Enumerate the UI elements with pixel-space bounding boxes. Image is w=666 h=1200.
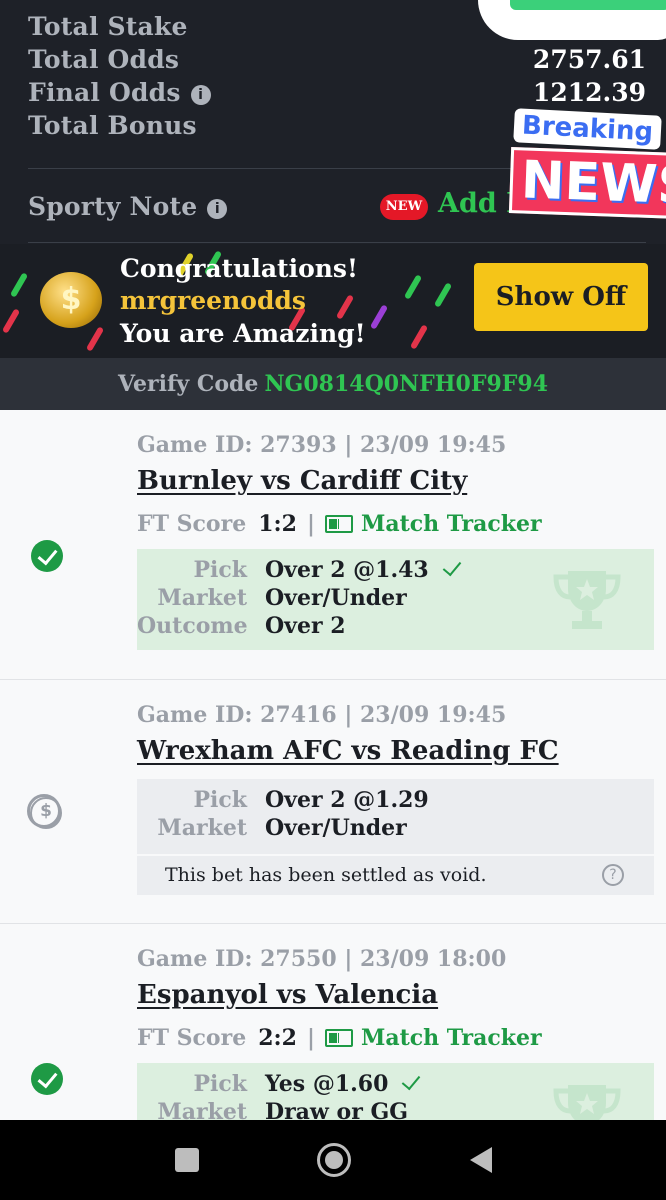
divider <box>28 242 646 243</box>
new-badge: NEW <box>380 194 428 220</box>
decor-streak <box>1 308 21 334</box>
decor-streak <box>9 272 29 298</box>
void-icon <box>27 794 62 829</box>
market-row: Market Over/Under <box>137 815 407 841</box>
sticker-decoration <box>510 0 666 10</box>
list-item: Game ID: 27393 | 23/09 19:45 Burnley vs … <box>0 410 666 680</box>
nav-home-icon[interactable] <box>317 1143 351 1177</box>
market-value: Draw or GG <box>265 1099 409 1120</box>
nav-back-icon[interactable] <box>470 1147 492 1173</box>
pick-label: Pick <box>193 557 247 583</box>
match-title[interactable]: Wrexham AFC vs Reading FC <box>137 736 559 766</box>
tracker-icon <box>324 515 353 533</box>
ft-score-row: FT Score 1:2 | Match Tracker <box>137 511 542 537</box>
total-bonus-label: Total Bonus <box>28 111 197 140</box>
void-notice-text: This bet has been settled as void. <box>165 864 487 886</box>
tracker-icon <box>324 1029 353 1047</box>
ft-score-value: 2:2 <box>258 1025 297 1051</box>
outcome-value: Over 2 <box>265 613 346 639</box>
system-nav-bar <box>0 1120 666 1200</box>
market-label: Market <box>157 1099 247 1120</box>
market-row: Market Over/Under <box>137 585 407 611</box>
separator: | <box>306 1025 315 1051</box>
pick-label: Pick <box>193 787 247 813</box>
total-odds-value: 2757.61 <box>532 45 646 74</box>
decor-streak <box>409 324 429 350</box>
market-value: Over/Under <box>265 585 407 611</box>
pick-value: Over 2 @1.29 <box>265 787 429 813</box>
decor-streak <box>335 294 355 320</box>
match-tracker-link[interactable]: Match Tracker <box>324 511 542 537</box>
outcome-label: Outcome <box>137 613 248 639</box>
decor-streak <box>85 326 105 352</box>
trophy-icon <box>553 571 621 629</box>
match-tracker-label: Match Tracker <box>360 511 542 537</box>
market-label: Market <box>157 585 247 611</box>
pick-row: Pick Yes @1.60 <box>137 1070 421 1097</box>
market-value: Over/Under <box>265 815 407 841</box>
outcome-row: Outcome Over 2 <box>137 613 346 639</box>
bet-selection-list: Game ID: 27393 | 23/09 19:45 Burnley vs … <box>0 410 666 1120</box>
pick-details: Pick Yes @1.60 Market Draw or GG <box>137 1063 654 1120</box>
pick-details: Pick Over 2 @1.29 Market Over/Under <box>137 779 654 854</box>
ft-score-row: FT Score 2:2 | Match Tracker <box>137 1025 542 1051</box>
game-id: Game ID: 27393 | 23/09 19:45 <box>137 432 507 458</box>
verify-code-label: Verify Code <box>117 371 259 397</box>
list-item: Game ID: 27550 | 23/09 18:00 Espanyol vs… <box>0 924 666 1120</box>
congrats-subtitle: You are Amazing! <box>120 319 366 348</box>
game-id: Game ID: 27550 | 23/09 18:00 <box>137 946 507 972</box>
correct-check-icon <box>402 1070 421 1091</box>
congrats-title: Congratulations! <box>120 254 358 283</box>
pick-label: Pick <box>193 1071 247 1097</box>
final-odds-label: Final Odds <box>28 78 181 107</box>
sporty-note-label: Sporty Note <box>28 192 198 221</box>
ft-score-label: FT Score <box>137 511 247 537</box>
verify-code-bar: Verify Code NG0814Q0NFH0F9F94 <box>0 358 666 410</box>
match-title[interactable]: Burnley vs Cardiff City <box>137 466 467 496</box>
market-row: Market Draw or GG <box>137 1099 408 1120</box>
list-item: Game ID: 27416 | 23/09 19:45 Wrexham AFC… <box>0 680 666 924</box>
match-tracker-link[interactable]: Match Tracker <box>324 1025 542 1051</box>
won-check-icon <box>31 1063 63 1095</box>
info-icon[interactable]: i <box>190 84 211 105</box>
match-tracker-label: Match Tracker <box>360 1025 542 1051</box>
pick-row: Pick Over 2 @1.29 <box>137 787 429 813</box>
void-notice: This bet has been settled as void. ? <box>137 855 654 895</box>
pick-value: Over 2 @1.43 <box>265 557 429 583</box>
won-check-icon <box>31 540 63 572</box>
final-odds-value: 1212.39 <box>532 78 646 107</box>
pick-details: Pick Over 2 @1.43 Market Over/Under Outcom… <box>137 549 654 650</box>
verify-code-value[interactable]: NG0814Q0NFH0F9F94 <box>264 371 548 397</box>
trophy-icon <box>553 1085 621 1120</box>
pick-value: Yes @1.60 <box>265 1071 389 1097</box>
ft-score-label: FT Score <box>137 1025 247 1051</box>
ft-score-value: 1:2 <box>258 511 297 537</box>
total-stake-label: Total Stake <box>28 12 188 41</box>
decor-streak <box>433 282 453 308</box>
coin-icon: $ <box>40 272 102 328</box>
congrats-username: mrgreenodds <box>120 286 306 315</box>
help-icon[interactable]: ? <box>602 864 624 886</box>
game-id: Game ID: 27416 | 23/09 19:45 <box>137 702 507 728</box>
correct-check-icon <box>442 556 462 577</box>
info-icon[interactable]: i <box>207 198 228 219</box>
final-odds-row: Final Odds i <box>28 78 211 107</box>
market-label: Market <box>157 815 247 841</box>
separator: | <box>306 511 315 537</box>
decor-streak <box>369 304 389 330</box>
breaking-news-sticker-main: NEWS <box>508 147 666 219</box>
decor-streak <box>403 274 423 300</box>
pick-row: Pick Over 2 @1.43 <box>137 556 462 583</box>
nav-recents-icon[interactable] <box>175 1148 199 1172</box>
sporty-note-row: Sporty Note i <box>28 192 228 221</box>
match-title[interactable]: Espanyol vs Valencia <box>137 980 438 1010</box>
total-odds-label: Total Odds <box>28 45 180 74</box>
show-off-button[interactable]: Show Off <box>474 263 648 331</box>
